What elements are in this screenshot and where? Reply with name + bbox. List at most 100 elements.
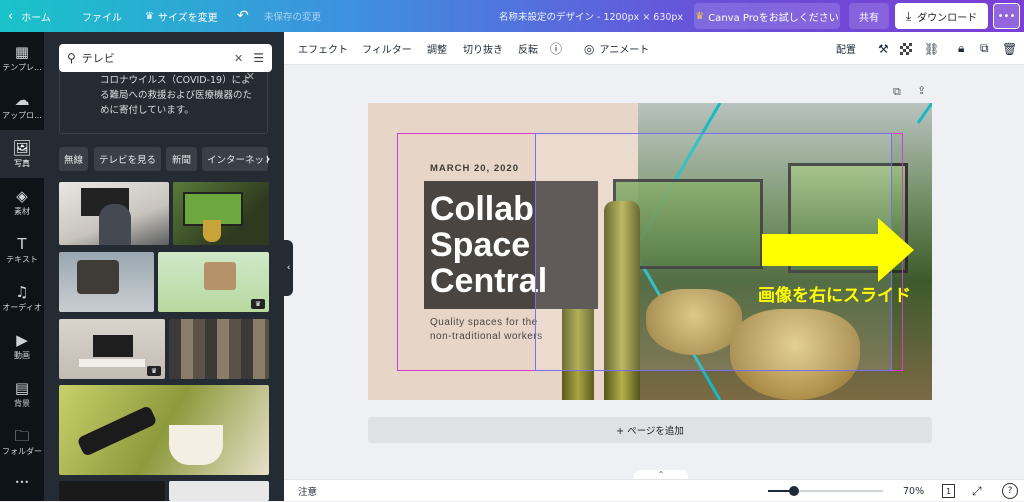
photo-thumb-tv-6[interactable] [169, 319, 269, 379]
file-menu[interactable]: ファイル [82, 0, 122, 32]
background-icon: ▤ [14, 378, 30, 397]
design-canvas[interactable]: MARCH 20, 2020 Collab Space Central Qual… [368, 103, 932, 400]
notes-button[interactable]: 注意 [298, 480, 317, 502]
context-toolbar: エフェクト フィルター 調整 切り抜き 反転 ⓘ ◎ アニメート 配置 ⚒ ⛓ … [284, 32, 1024, 65]
rail-item-uploads[interactable]: ☁ アップロ... [0, 82, 44, 130]
slide-annotation: 画像を右にスライド [758, 286, 911, 306]
crown-icon: ♛ [695, 10, 705, 22]
search-box[interactable]: ⚲ テレビ ✕ ☰ [59, 44, 272, 72]
resize-button[interactable]: ♛ サイズを変更 [145, 0, 218, 32]
photo-thumb-tv-7[interactable] [59, 481, 165, 501]
chip-watch-tv[interactable]: テレビを見る [94, 147, 161, 171]
unsaved-status: 未保存の変更 [264, 12, 322, 23]
resize-label: サイズを変更 [157, 12, 218, 24]
adjust-button[interactable]: 調整 [427, 32, 447, 65]
flip-button[interactable]: 反転 [518, 32, 538, 65]
link-icon[interactable]: ⛓ [924, 32, 939, 65]
bottom-bar: 注意 70% 1 ⤢ ? [284, 479, 1024, 501]
elements-icon: ◈ [16, 186, 28, 205]
zoom-level[interactable]: 70% [903, 480, 924, 502]
rail-item-templates[interactable]: ▦ テンプレ... [0, 34, 44, 82]
chip-newspaper[interactable]: 新聞 [166, 147, 197, 171]
rail-item-folders[interactable]: 🗀 フォルダー [0, 418, 44, 466]
photo-thumb-tv-4[interactable]: ♛ [158, 252, 269, 312]
try-pro-button[interactable]: ♛ Canva Proをお試しください [694, 3, 840, 29]
animate-button[interactable]: ◎ アニメート [584, 32, 649, 65]
side-rail: ▦ テンプレ... ☁ アップロ... 🖼 写真 ◈ 素材 T テキスト ♫ オ… [0, 32, 44, 501]
video-icon: ▶ [16, 330, 28, 349]
rail-item-audio[interactable]: ♫ オーディオ [0, 274, 44, 322]
duplicate-icon[interactable]: ⧉ [980, 32, 989, 65]
rail-label: 動画 [14, 350, 30, 360]
photo-thumb-tv-3[interactable] [59, 252, 154, 312]
collapse-panel-button[interactable]: ‹ [284, 240, 293, 296]
crown-icon: ♛ [147, 366, 161, 376]
rail-label: 背景 [14, 398, 30, 408]
rail-label: テキスト [6, 254, 38, 264]
trash-icon[interactable]: 🗑︎ [1002, 32, 1017, 65]
photos-panel: コロナウイルス（COVID-19）による難局への救援および医療機器のために寄付し… [44, 32, 284, 501]
clear-search-icon[interactable]: ✕ [234, 52, 243, 65]
try-pro-label: Canva Proをお試しください [708, 12, 839, 24]
photo-thumb-tv-1[interactable] [59, 182, 169, 245]
photo-thumb-remote[interactable] [59, 385, 269, 475]
folder-icon: 🗀 [14, 426, 30, 445]
crown-icon: ♛ [251, 299, 265, 309]
rail-label: 写真 [14, 158, 30, 168]
rail-item-background[interactable]: ▤ 背景 [0, 370, 44, 418]
paint-roller-icon[interactable]: ⚒ [878, 32, 889, 65]
top-bar: ‹ ホーム ファイル ♛ サイズを変更 ↶ 未保存の変更 名称未設定のデザイン … [0, 0, 1024, 32]
right-arrow-icon [762, 218, 914, 282]
chip-internet[interactable]: インターネット [202, 147, 268, 171]
home-button[interactable]: ‹ ホーム [8, 0, 51, 32]
rail-label: オーディオ [2, 302, 42, 312]
undo-icon[interactable]: ↶ [237, 0, 249, 32]
covid-notice: コロナウイルス（COVID-19）による難局への救援および医療機器のために寄付し… [59, 66, 268, 134]
crop-button[interactable]: 切り抜き [463, 32, 503, 65]
photo-icon: 🖼 [12, 138, 32, 157]
rail-item-text[interactable]: T テキスト [0, 226, 44, 274]
share-button[interactable]: 共有 [849, 3, 889, 29]
effects-button[interactable]: エフェクト [298, 32, 348, 65]
download-icon: ⤓ [905, 8, 912, 23]
audio-icon: ♫ [15, 282, 29, 301]
chevron-right-icon[interactable]: › [260, 147, 276, 171]
rail-item-elements[interactable]: ◈ 素材 [0, 178, 44, 226]
rail-item-video[interactable]: ▶ 動画 [0, 322, 44, 370]
photo-thumb-tv-5[interactable]: ♛ [59, 319, 165, 379]
page-count-button[interactable]: 1 [942, 484, 955, 498]
animate-icon: ◎ [584, 41, 595, 56]
fullscreen-icon[interactable]: ⤢ [972, 480, 982, 502]
help-button[interactable]: ? [1002, 483, 1018, 499]
download-label: ダウンロード [917, 12, 978, 24]
filter-icon[interactable]: ☰ [253, 51, 264, 65]
transparency-icon[interactable] [900, 32, 912, 65]
rail-label: フォルダー [2, 446, 42, 456]
download-button[interactable]: ⤓ ダウンロード [895, 3, 988, 29]
rail-label: アップロ... [2, 110, 42, 120]
photo-thumb-tv-8[interactable] [169, 481, 269, 501]
add-page-icon[interactable]: ⇪ [917, 84, 926, 97]
arrange-button[interactable]: 配置 [836, 32, 856, 65]
animate-label: アニメート [599, 45, 650, 56]
duplicate-page-icon[interactable]: ⧉ [893, 85, 901, 99]
document-title[interactable]: 名称未設定のデザイン - 1200px × 630px [499, 0, 683, 32]
photo-thumb-tv-2[interactable] [173, 182, 269, 245]
add-page-button[interactable]: + ページを追加 [368, 417, 932, 443]
rail-more-button[interactable]: ••• [0, 470, 44, 494]
template-icon: ▦ [14, 42, 30, 61]
chip-wireless[interactable]: 無線 [59, 147, 88, 171]
info-icon[interactable]: ⓘ [550, 32, 562, 65]
zoom-slider-handle[interactable] [789, 486, 799, 496]
zoom-slider[interactable] [768, 486, 883, 496]
notice-text: コロナウイルス（COVID-19）による難局への救援および医療機器のために寄付し… [100, 75, 253, 116]
chevron-left-icon: ‹ [286, 263, 291, 273]
filter-button[interactable]: フィルター [362, 32, 412, 65]
more-menu-button[interactable]: ••• [993, 3, 1020, 29]
lock-icon[interactable]: 🔒︎ [958, 32, 964, 65]
rail-item-photos[interactable]: 🖼 写真 [0, 130, 44, 178]
text-icon: T [17, 234, 27, 253]
rail-label: テンプレ... [2, 62, 42, 72]
crown-icon: ♛ [145, 10, 154, 22]
search-input[interactable]: テレビ [82, 50, 234, 66]
